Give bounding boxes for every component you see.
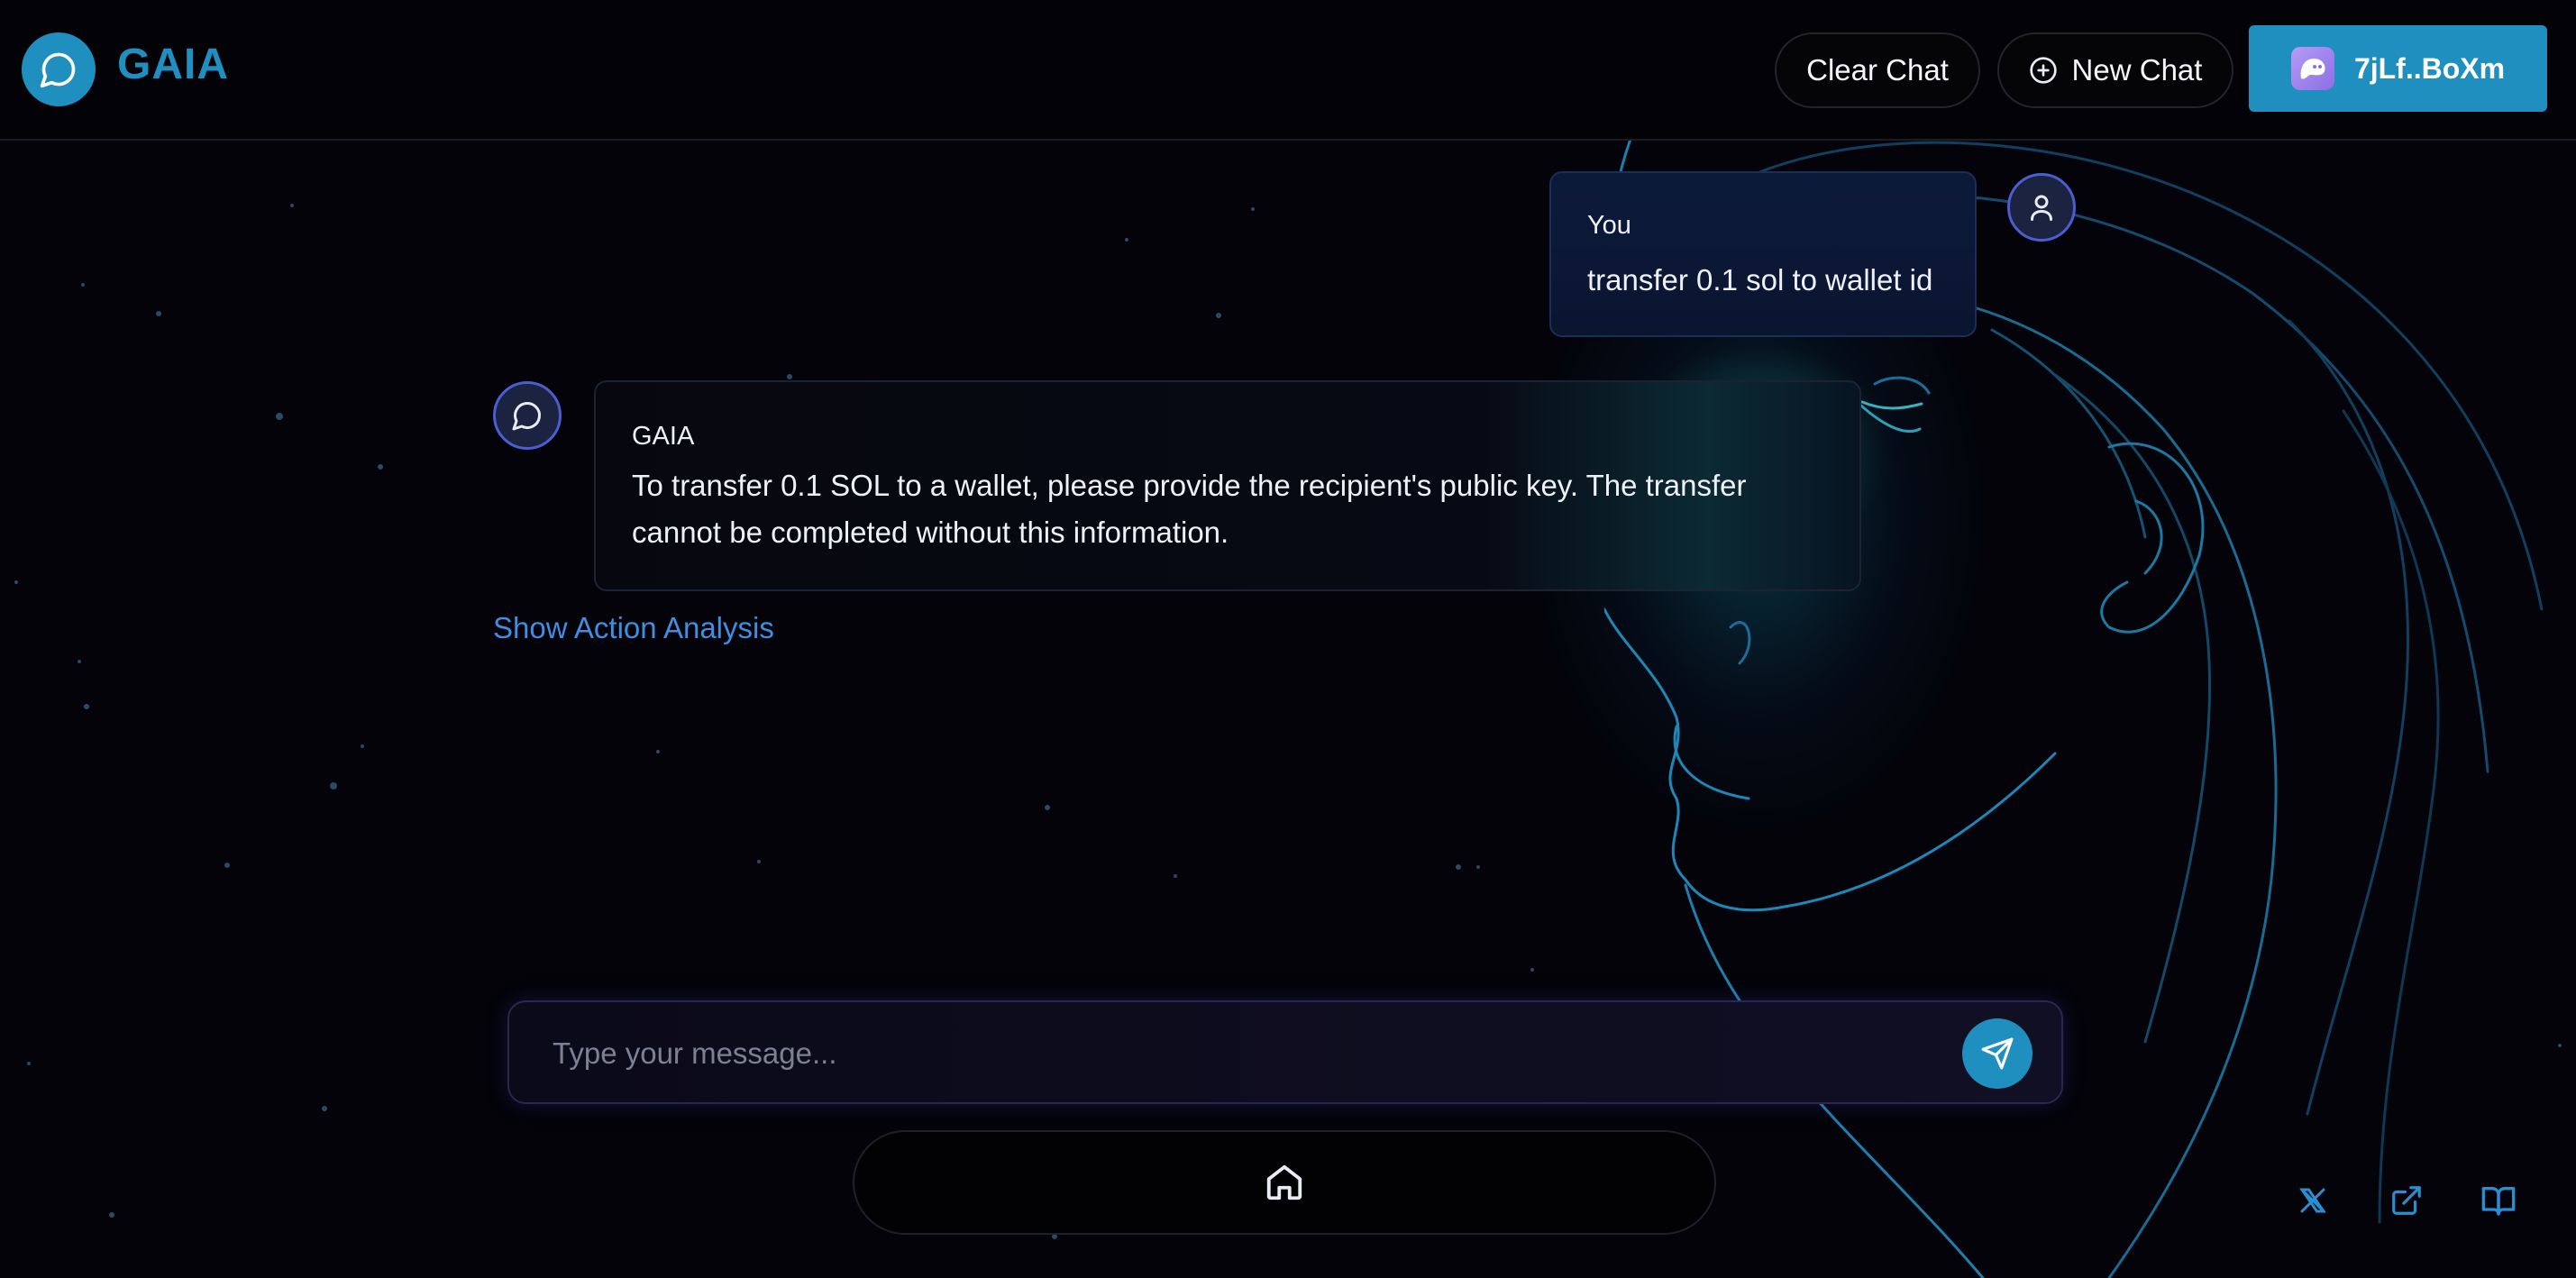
clear-chat-button[interactable]: Clear Chat <box>1775 32 1980 108</box>
assistant-message: GAIA To transfer 0.1 SOL to a wallet, pl… <box>594 380 1861 591</box>
plus-circle-icon <box>2029 57 2057 84</box>
phantom-ghost-icon <box>2290 47 2334 90</box>
show-action-analysis-link[interactable]: Show Action Analysis <box>493 611 774 645</box>
send-icon <box>1981 1037 2014 1070</box>
external-link-icon[interactable] <box>2385 1179 2428 1222</box>
message-input[interactable] <box>551 1024 1924 1083</box>
home-icon[interactable] <box>1264 1162 1305 1203</box>
app-title[interactable]: GAIA <box>117 40 229 89</box>
message-sender: You <box>1587 211 1631 240</box>
message-sender: GAIA <box>632 422 695 451</box>
message-text: transfer 0.1 sol to wallet id <box>1587 263 1933 297</box>
book-icon[interactable] <box>2477 1179 2520 1222</box>
wallet-button[interactable]: 7jLf..BoXm <box>2249 25 2547 112</box>
user-message: You transfer 0.1 sol to wallet id <box>1549 171 1977 337</box>
send-button[interactable] <box>1962 1018 2032 1089</box>
chat-bubble-icon <box>512 401 542 431</box>
bot-avatar <box>493 381 562 450</box>
logo[interactable] <box>22 32 96 106</box>
wallet-address: 7jLf..BoXm <box>2353 51 2506 85</box>
new-chat-button[interactable]: New Chat <box>1997 32 2233 108</box>
clear-chat-label: Clear Chat <box>1806 53 1949 87</box>
chat-bubble-icon <box>40 52 76 88</box>
app-header: GAIA Clear Chat New Chat 7jLf..BoXm <box>0 0 2576 141</box>
x-logo-icon[interactable] <box>2291 1179 2334 1222</box>
message-composer <box>507 1000 2063 1104</box>
user-avatar <box>2007 173 2076 242</box>
new-chat-label: New Chat <box>2071 53 2203 87</box>
bottom-navigation <box>853 1130 1716 1235</box>
user-icon <box>2031 195 2052 221</box>
message-text: To transfer 0.1 SOL to a wallet, please … <box>632 469 1747 549</box>
